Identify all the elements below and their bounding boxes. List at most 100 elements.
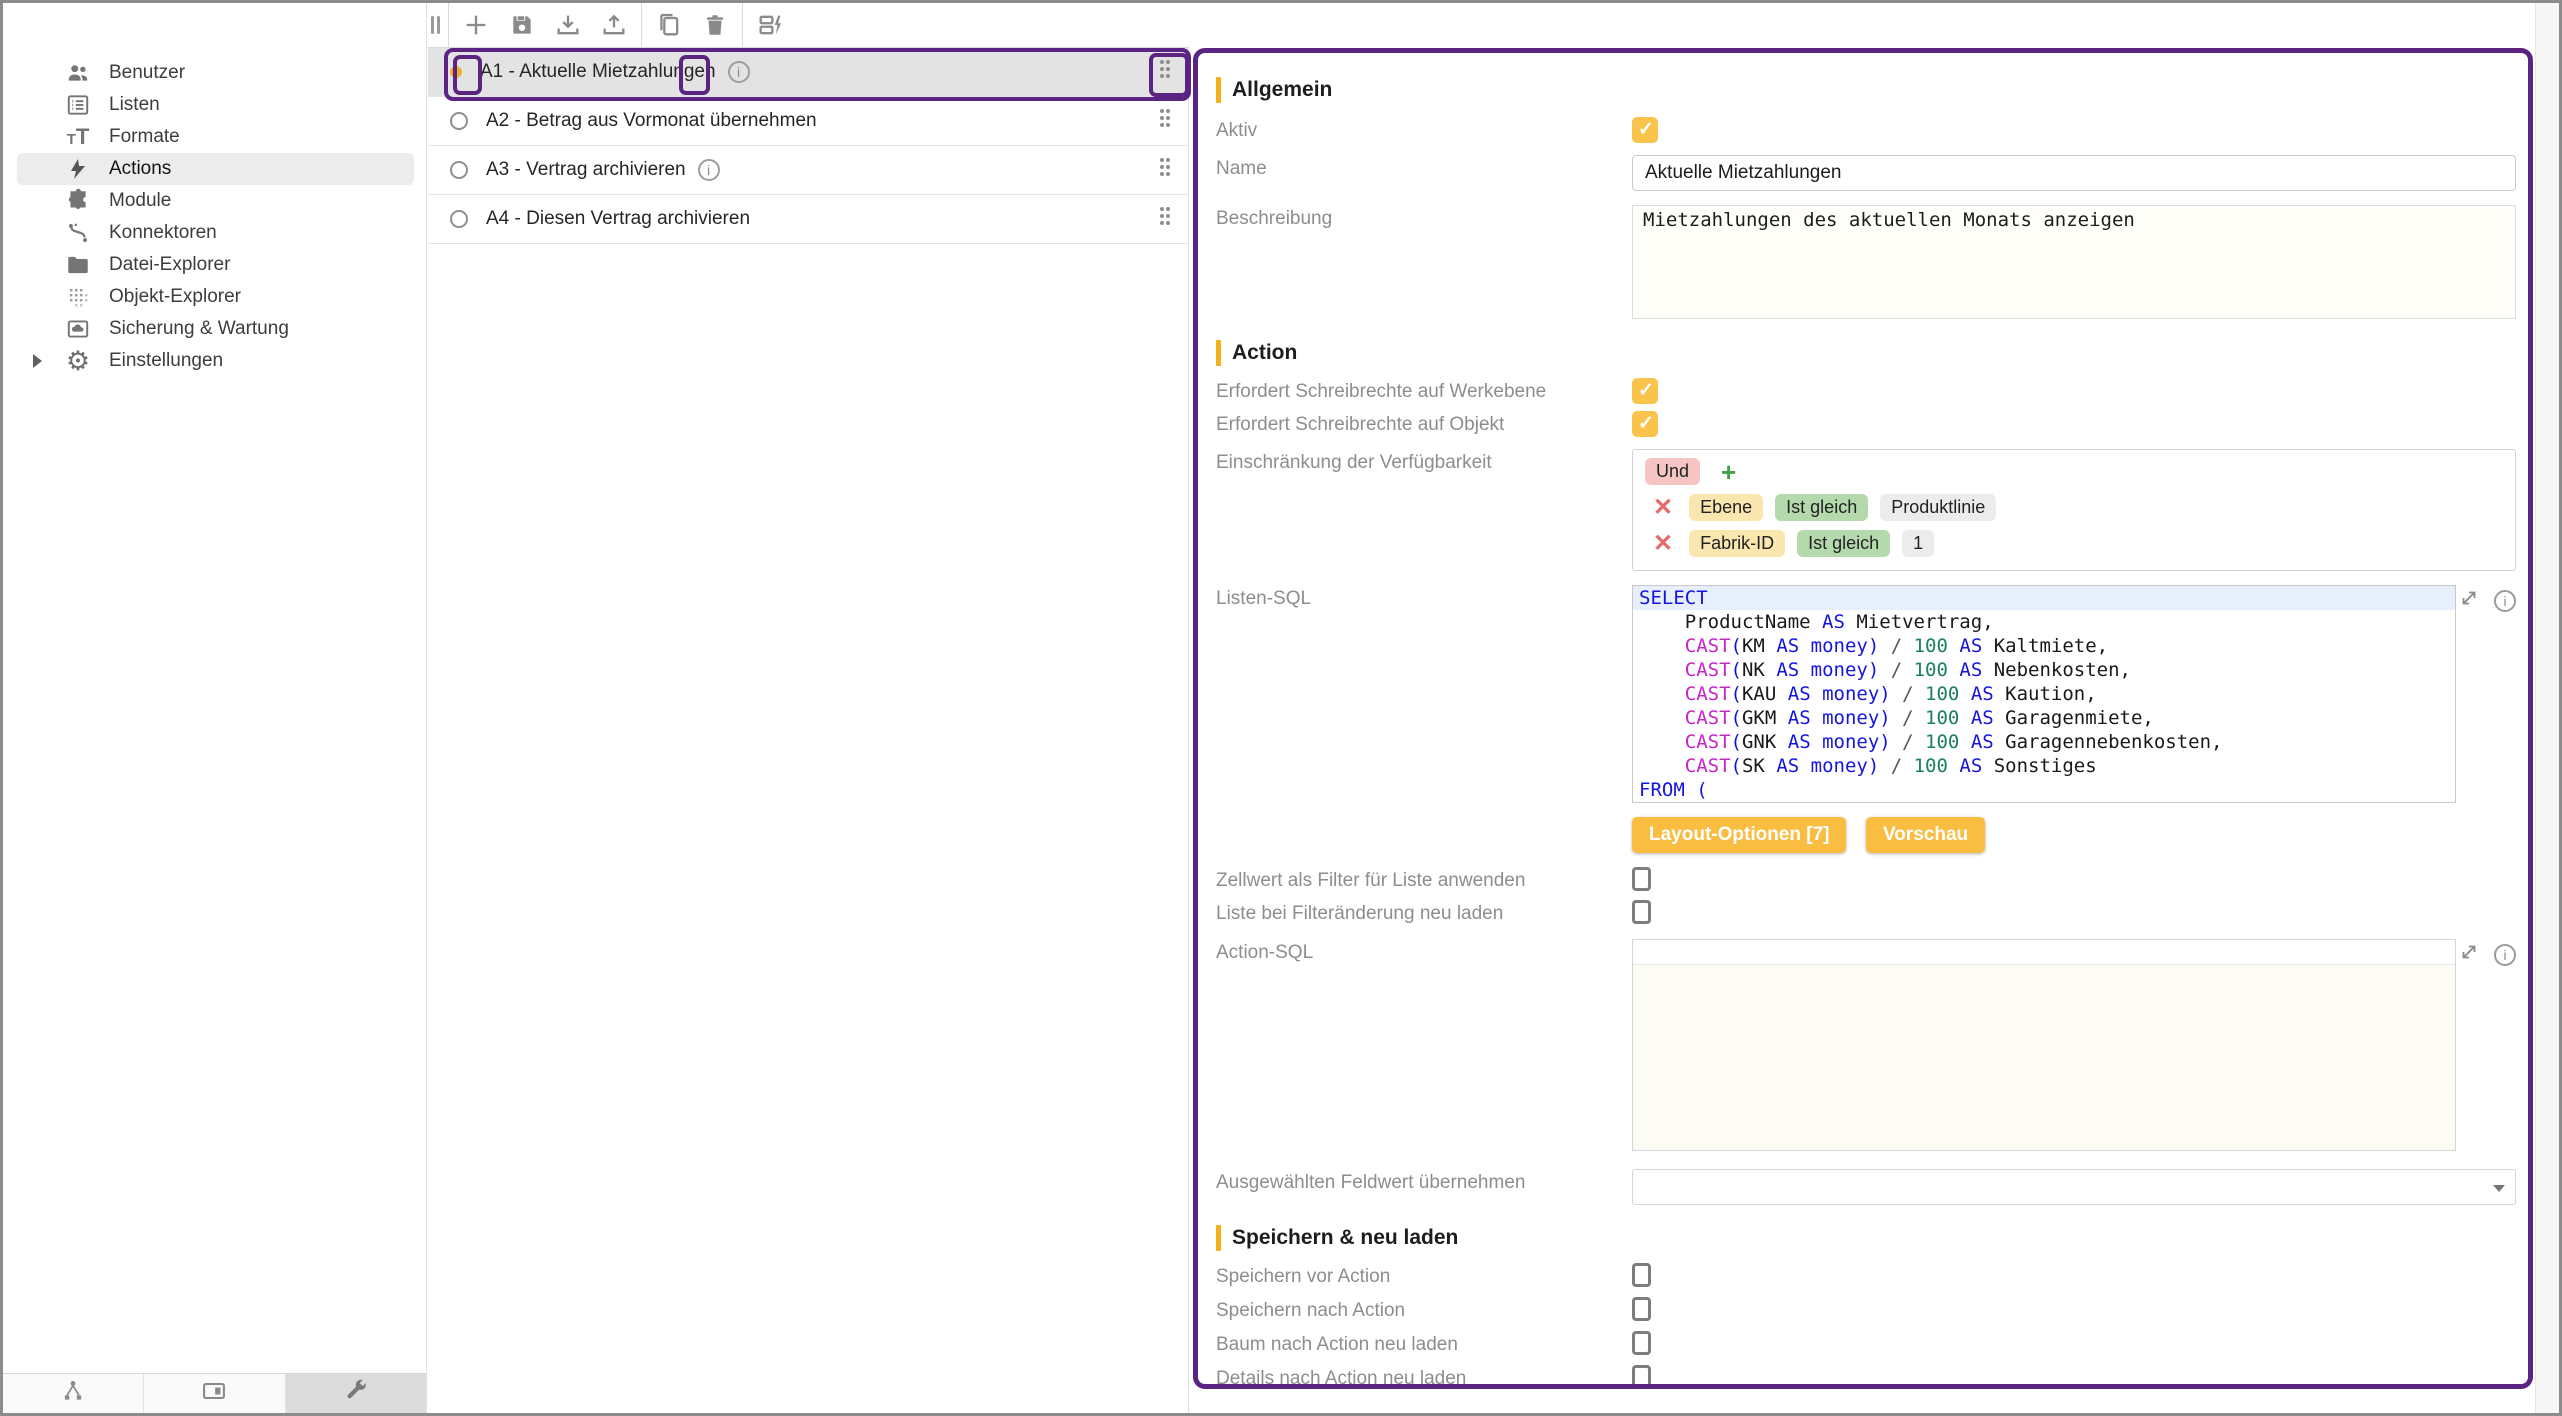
field-label: Aktiv	[1216, 117, 1632, 142]
tab-wrench[interactable]	[286, 1374, 426, 1413]
feldwert-select[interactable]	[1632, 1169, 2516, 1205]
expand-icon[interactable]	[2458, 941, 2480, 968]
details-panel: Allgemein Aktiv Name Beschreibung Mietza…	[1193, 48, 2533, 1389]
list-item-a3[interactable]: A3 - Vertrag archivieren	[428, 146, 1188, 195]
filter-field-chip[interactable]: Fabrik-ID	[1689, 530, 1785, 557]
section-title: Action	[1232, 341, 1297, 365]
field-row-buttons: Layout-Optionen [7] Vorschau	[1216, 817, 2516, 853]
sidebar-item-label: Objekt-Explorer	[109, 286, 241, 308]
list-item-a1[interactable]: A1 - Aktuelle Mietzahlungen	[428, 48, 1188, 97]
speichern-vor-checkbox[interactable]	[1632, 1263, 1651, 1287]
list-item-a4[interactable]: A4 - Diesen Vertrag archivieren	[428, 195, 1188, 244]
filter-group-chip[interactable]: Und	[1645, 458, 1700, 485]
save-button[interactable]	[499, 3, 545, 48]
tab-layout[interactable]	[144, 1374, 285, 1413]
list-item-label: A3 - Vertrag archivieren	[486, 159, 686, 181]
radio-icon[interactable]	[450, 161, 468, 179]
sidebar-item-einstellungen[interactable]: ⚙ Einstellungen	[17, 345, 414, 377]
tab-tree[interactable]	[3, 1374, 144, 1413]
layout-icon	[200, 1377, 228, 1410]
action-sql-editor-area[interactable]	[1633, 964, 2455, 1150]
drag-grip-icon[interactable]	[1156, 57, 1174, 87]
field-row-action-sql: Action-SQL	[1216, 939, 2516, 1151]
filter-value-chip[interactable]: Produktlinie	[1880, 494, 1996, 521]
section-title: Allgemein	[1232, 78, 1332, 102]
section-header-speichern: Speichern & neu laden	[1216, 1225, 2516, 1251]
backup-icon	[63, 314, 93, 344]
drag-handle-icon[interactable]	[428, 13, 442, 37]
field-label: Speichern vor Action	[1216, 1263, 1632, 1288]
action-list: A1 - Aktuelle Mietzahlungen A2 - Betrag …	[428, 48, 1189, 1413]
sidebar-item-label: Module	[109, 190, 171, 212]
delete-button[interactable]	[692, 3, 738, 48]
drag-grip-icon[interactable]	[1156, 155, 1174, 185]
sidebar-item-label: Formate	[109, 126, 180, 148]
layout-optionen-button[interactable]: Layout-Optionen [7]	[1632, 817, 1846, 853]
sidebar-item-label: Actions	[109, 158, 171, 180]
zellwert-checkbox[interactable]	[1632, 867, 1651, 891]
add-condition-icon[interactable]	[1721, 462, 1736, 482]
section-header-action: Action	[1216, 340, 2516, 366]
info-icon[interactable]	[2494, 590, 2516, 612]
expand-icon[interactable]	[2458, 587, 2480, 614]
sidebar-item-objekt-explorer[interactable]: Objekt-Explorer	[17, 281, 414, 313]
field-label: Zellwert als Filter für Liste anwenden	[1216, 867, 1632, 892]
connector-icon	[63, 218, 93, 248]
sidebar-item-listen[interactable]: Listen	[17, 89, 414, 121]
duplicate-button[interactable]	[646, 3, 692, 48]
sidebar-item-formate[interactable]: TT Formate	[17, 121, 414, 153]
field-row-details-neu-laden: Details nach Action neu laden	[1216, 1365, 2516, 1389]
objekt-checkbox[interactable]	[1632, 411, 1658, 437]
werkebene-checkbox[interactable]	[1632, 378, 1658, 404]
filter-operator-chip[interactable]: Ist gleich	[1797, 530, 1890, 557]
sidebar-item-module[interactable]: Module	[17, 185, 414, 217]
field-label: Details nach Action neu laden	[1216, 1365, 1632, 1389]
upload-button[interactable]	[591, 3, 637, 48]
list-item-a2[interactable]: A2 - Betrag aus Vormonat übernehmen	[428, 97, 1188, 146]
sidebar-item-datei-explorer[interactable]: Datei-Explorer	[17, 249, 414, 281]
section-title: Speichern & neu laden	[1232, 1226, 1458, 1250]
action-sql-code[interactable]	[1632, 939, 2456, 1151]
speichern-nach-checkbox[interactable]	[1632, 1297, 1651, 1321]
filter-value-chip[interactable]: 1	[1902, 530, 1934, 557]
scrollbar[interactable]	[2535, 3, 2559, 1413]
details-neu-laden-checkbox[interactable]	[1632, 1365, 1651, 1389]
name-input[interactable]	[1632, 155, 2516, 191]
baum-neu-laden-checkbox[interactable]	[1632, 1331, 1651, 1355]
filteraenderung-checkbox[interactable]	[1632, 900, 1651, 924]
field-label: Erfordert Schreibrechte auf Objekt	[1216, 411, 1632, 436]
sidebar-item-sicherung-wartung[interactable]: Sicherung & Wartung	[17, 313, 414, 345]
drag-grip-icon[interactable]	[1156, 204, 1174, 234]
field-row-werkebene: Erfordert Schreibrechte auf Werkebene	[1216, 378, 2516, 404]
radio-icon[interactable]	[450, 210, 468, 228]
section-accent-bar	[1216, 1225, 1221, 1251]
radio-selected-icon[interactable]	[450, 66, 462, 78]
remove-condition-icon[interactable]	[1653, 534, 1673, 554]
field-label	[1216, 817, 1632, 820]
add-button[interactable]	[453, 3, 499, 48]
download-button[interactable]	[545, 3, 591, 48]
remove-condition-icon[interactable]	[1653, 498, 1673, 518]
sidebar-item-actions[interactable]: Actions	[17, 153, 414, 185]
chevron-down-icon	[2493, 1185, 2505, 1192]
wrench-icon	[343, 1378, 369, 1409]
availability-filter-box: Und Ebene Ist gleich Produktlinie Fabrik…	[1632, 449, 2516, 571]
info-icon[interactable]	[728, 61, 750, 83]
beschreibung-textarea[interactable]: Mietzahlungen des aktuellen Monats anzei…	[1632, 205, 2516, 319]
listen-sql-code[interactable]: SELECT ProductName AS Mietvertrag, CAST(…	[1632, 585, 2456, 803]
sidebar-item-konnektoren[interactable]: Konnektoren	[17, 217, 414, 249]
vorschau-button[interactable]: Vorschau	[1866, 817, 1985, 853]
filter-operator-chip[interactable]: Ist gleich	[1775, 494, 1868, 521]
info-icon[interactable]	[2494, 944, 2516, 966]
drag-grip-icon[interactable]	[1156, 106, 1174, 136]
expand-caret-icon[interactable]	[33, 354, 42, 368]
info-icon[interactable]	[698, 159, 720, 181]
field-row-filteraenderung: Liste bei Filteränderung neu laden	[1216, 900, 2516, 925]
batch-actions-button[interactable]	[747, 3, 793, 48]
sidebar-item-benutzer[interactable]: Benutzer	[17, 57, 414, 89]
filter-field-chip[interactable]: Ebene	[1689, 494, 1763, 521]
field-row-beschreibung: Beschreibung Mietzahlungen des aktuellen…	[1216, 205, 2516, 324]
radio-icon[interactable]	[450, 112, 468, 130]
aktiv-checkbox[interactable]	[1632, 117, 1658, 143]
field-row-objekt: Erfordert Schreibrechte auf Objekt	[1216, 411, 2516, 437]
